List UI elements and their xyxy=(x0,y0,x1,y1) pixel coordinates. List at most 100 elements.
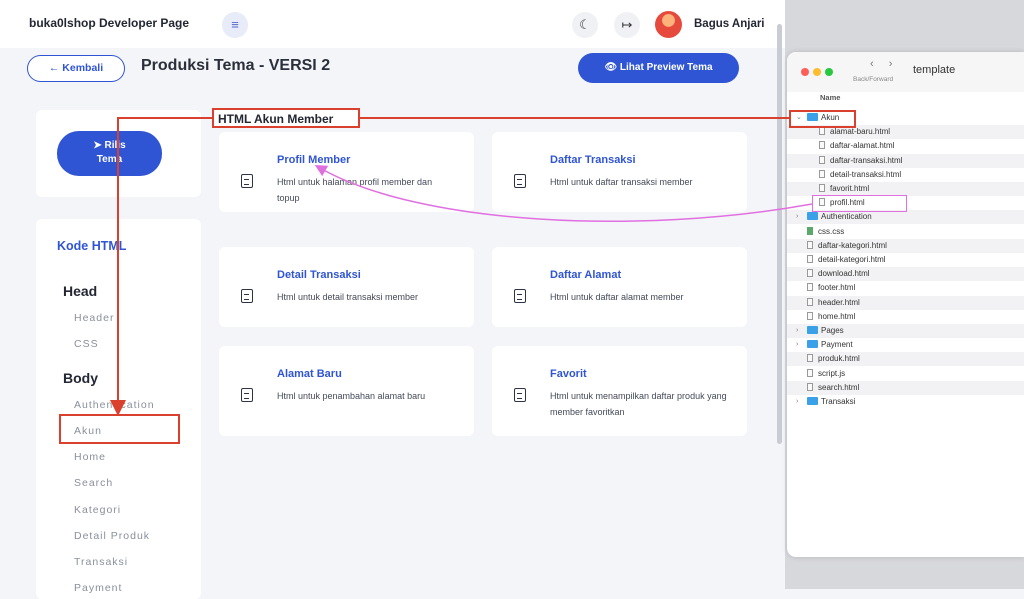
file-icon xyxy=(807,368,813,377)
sidebar-item-home[interactable]: Home xyxy=(74,451,106,463)
tile-description: Html untuk menampilkan daftar produk yan… xyxy=(550,391,727,417)
hamburger-icon: ≡ xyxy=(231,17,239,32)
tile-description: Html untuk daftar transaksi member xyxy=(550,177,693,187)
back-button[interactable]: ← Kembali xyxy=(27,55,125,82)
finder-item-name: header.html xyxy=(818,297,860,307)
annotation-label: HTML Akun Member xyxy=(212,108,360,128)
finder-file-row[interactable]: daftar-transaksi.html xyxy=(819,154,902,168)
finder-file-row[interactable]: search.html xyxy=(807,381,859,395)
body-section-title: Body xyxy=(63,370,98,386)
menu-toggle-button[interactable]: ≡ xyxy=(222,12,248,38)
finder-item-name: produk.html xyxy=(818,354,860,364)
file-icon xyxy=(807,354,813,363)
preview-theme-button[interactable]: 👁 Lihat Preview Tema xyxy=(578,53,739,83)
minimize-window-icon[interactable] xyxy=(813,68,821,76)
disclosure-closed-icon[interactable]: › xyxy=(796,324,798,338)
disclosure-closed-icon[interactable]: › xyxy=(796,338,798,352)
finder-item-name: daftar-kategori.html xyxy=(818,240,887,250)
finder-folder-row[interactable]: › Pages xyxy=(796,324,844,338)
finder-file-row[interactable]: css.css xyxy=(807,225,844,239)
tile-description: Html untuk daftar alamat member xyxy=(550,292,684,302)
file-icon xyxy=(807,283,813,292)
finder-folder-row[interactable]: › Transaksi xyxy=(796,395,856,409)
sidebar-item-detail-produk[interactable]: Detail Produk xyxy=(74,530,150,542)
file-icon xyxy=(807,297,813,306)
finder-item-name: daftar-alamat.html xyxy=(830,141,895,151)
sidebar-item-header[interactable]: Header xyxy=(74,312,114,324)
tile-title: Profil Member xyxy=(277,154,351,166)
akun-highlight-box xyxy=(59,414,180,444)
sidebar-item-kategori[interactable]: Kategori xyxy=(74,504,121,516)
finder-file-row[interactable]: produk.html xyxy=(807,352,860,366)
tile-alamat-baru[interactable]: Alamat Baru Html untuk penambahan alamat… xyxy=(219,346,474,436)
disclosure-closed-icon[interactable]: › xyxy=(796,395,798,409)
close-window-icon[interactable] xyxy=(801,68,809,76)
tile-detail-transaksi[interactable]: Detail Transaksi Html untuk detail trans… xyxy=(219,247,474,327)
release-theme-label: ➤ Rilis Tema xyxy=(93,140,126,165)
file-icon xyxy=(807,269,813,278)
finder-item-name: Authentication xyxy=(821,212,872,222)
avatar[interactable] xyxy=(655,11,682,38)
finder-file-row[interactable]: footer.html xyxy=(807,281,855,295)
tile-daftar-transaksi[interactable]: Daftar Transaksi Html untuk daftar trans… xyxy=(492,132,747,212)
finder-file-row[interactable]: favorit.html xyxy=(819,182,869,196)
tile-description: Html untuk halaman profil member dan top… xyxy=(277,177,433,203)
finder-file-row[interactable]: detail-kategori.html xyxy=(807,253,886,267)
page-scrollbar[interactable] xyxy=(777,24,782,444)
theme-toggle-button[interactable]: ☾ xyxy=(572,12,598,38)
finder-file-row[interactable]: script.js xyxy=(807,367,845,381)
finder-item-name: detail-kategori.html xyxy=(818,255,886,264)
document-icon xyxy=(514,174,526,188)
finder-item-name: search.html xyxy=(818,382,860,392)
sidebar-item-transaksi[interactable]: Transaksi xyxy=(74,556,128,568)
tile-favorit[interactable]: Favorit Html untuk menampilkan daftar pr… xyxy=(492,346,747,436)
name-column-header[interactable]: Name xyxy=(820,93,840,102)
user-name[interactable]: Bagus Anjari xyxy=(694,18,765,30)
sidebar-item-search[interactable]: Search xyxy=(74,477,113,489)
file-icon xyxy=(819,127,825,136)
finder-item-name: Payment xyxy=(821,340,853,350)
finder-item-name: daftar-transaksi.html xyxy=(830,155,903,165)
sidebar-item-authentication[interactable]: Authentication xyxy=(74,399,155,411)
file-icon xyxy=(819,169,825,178)
zoom-window-icon[interactable] xyxy=(825,68,833,76)
finder-titlebar: ‹ › Back/Forward template xyxy=(787,52,1024,92)
kode-html-title: Kode HTML xyxy=(57,239,127,253)
document-icon xyxy=(241,388,253,402)
sidebar-item-css[interactable]: CSS xyxy=(74,338,99,350)
brand-title: buka0lshop Developer Page xyxy=(29,16,190,30)
finder-folder-row[interactable]: › Payment xyxy=(796,338,853,352)
file-icon xyxy=(807,311,813,320)
finder-file-row[interactable]: daftar-alamat.html xyxy=(819,139,894,153)
finder-item-name: alamat-baru.html xyxy=(830,127,891,137)
file-icon xyxy=(819,141,825,150)
finder-file-row[interactable]: detail-transaksi.html xyxy=(819,168,901,182)
sidebar-item-payment[interactable]: Payment xyxy=(74,582,122,594)
finder-file-row[interactable]: download.html xyxy=(807,267,870,281)
finder-item-name: download.html xyxy=(818,269,870,279)
top-bar: buka0lshop Developer Page ≡ ☾ ↦ Bagus An… xyxy=(0,0,785,48)
finder-file-row[interactable]: daftar-kategori.html xyxy=(807,239,887,253)
head-section-title: Head xyxy=(63,283,98,299)
tile-daftar-alamat[interactable]: Daftar Alamat Html untuk daftar alamat m… xyxy=(492,247,747,327)
document-icon xyxy=(514,289,526,303)
finder-file-row[interactable]: home.html xyxy=(807,310,855,324)
release-theme-button[interactable]: ➤ Rilis Tema xyxy=(57,131,162,176)
page-title: Produksi Tema - VERSI 2 xyxy=(141,57,331,74)
finder-folder-row[interactable]: › Authentication xyxy=(796,210,872,224)
tile-description: Html untuk penambahan alamat baru xyxy=(277,391,426,401)
logout-button[interactable]: ↦ xyxy=(614,12,640,38)
finder-item-name: Transaksi xyxy=(821,397,856,406)
folder-icon xyxy=(807,340,818,349)
finder-item-name: Pages xyxy=(821,326,844,335)
tile-description: Html untuk detail transaksi member xyxy=(277,292,419,302)
back-forward-arrows[interactable]: ‹ › xyxy=(870,58,898,70)
folder-icon xyxy=(807,397,818,405)
document-icon xyxy=(514,388,526,402)
tile-profil-member[interactable]: Profil Member Html untuk halaman profil … xyxy=(219,132,474,212)
disclosure-closed-icon[interactable]: › xyxy=(796,210,798,224)
back-forward-label: Back/Forward xyxy=(853,76,894,83)
finder-item-name: favorit.html xyxy=(830,184,870,193)
finder-file-row[interactable]: header.html xyxy=(807,296,860,310)
file-icon xyxy=(807,226,813,235)
